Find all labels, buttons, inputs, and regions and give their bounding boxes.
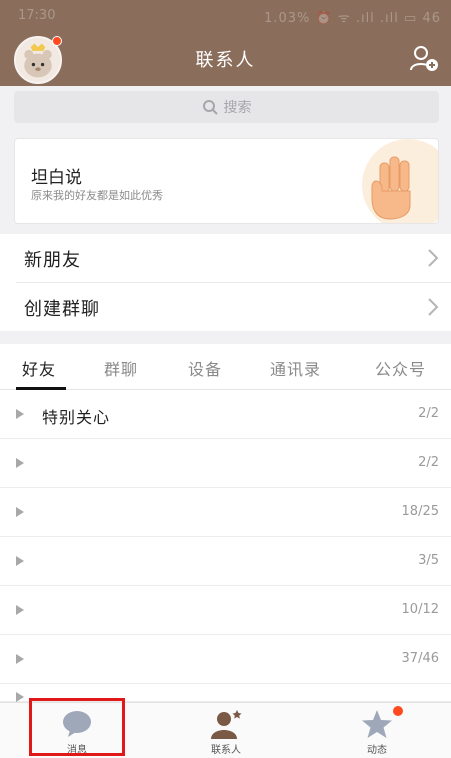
new-friends-label: 新朋友 xyxy=(24,250,81,271)
search-icon xyxy=(202,100,218,115)
create-group-label: 创建群聊 xyxy=(24,299,100,320)
tab-official-accounts[interactable]: 公众号 xyxy=(375,356,426,380)
raised-hand-icon xyxy=(362,139,438,223)
add-contact-button[interactable] xyxy=(409,44,439,72)
group-count: 2/2 xyxy=(418,455,439,470)
friend-group-row[interactable]: 3/5 xyxy=(0,537,451,586)
expand-arrow-icon xyxy=(16,409,24,419)
star-icon xyxy=(362,710,392,738)
nav-contacts[interactable]: 联系人 xyxy=(166,703,286,758)
page-title: 联系人 xyxy=(195,50,256,71)
group-count: 10/12 xyxy=(401,602,439,617)
friend-group-row[interactable]: 37/46 xyxy=(0,635,451,684)
create-group-row[interactable]: 创建群聊 xyxy=(0,283,451,331)
search-input[interactable]: 搜索 xyxy=(14,91,439,123)
confess-section: 坦白说 原来我的好友都是如此优秀 xyxy=(0,130,451,234)
expand-arrow-icon xyxy=(16,458,24,468)
confess-card[interactable]: 坦白说 原来我的好友都是如此优秀 xyxy=(14,138,439,224)
chevron-right-icon xyxy=(428,249,439,267)
moments-notification-dot xyxy=(393,706,403,716)
tab-groups[interactable]: 群聊 xyxy=(104,356,138,380)
group-count: 3/5 xyxy=(418,553,439,568)
header-bar: 17:30 1.03% ⏰ ᯤ .ıll .ıll ▭ 46 联系人 xyxy=(0,0,451,86)
status-indicators: 1.03% ⏰ ᯤ .ıll .ıll ▭ 46 xyxy=(264,11,441,26)
messages-highlight-box xyxy=(29,698,125,756)
nav-moments[interactable]: 动态 xyxy=(317,703,437,758)
contacts-tabs: 好友 群聊 设备 通讯录 公众号 xyxy=(0,344,451,390)
friend-group-row[interactable]: 2/2 xyxy=(0,439,451,488)
search-placeholder: 搜索 xyxy=(223,100,252,116)
confess-title: 坦白说 xyxy=(31,168,82,188)
expand-arrow-icon xyxy=(16,654,24,664)
add-person-icon xyxy=(410,46,438,71)
avatar-notification-dot xyxy=(52,36,62,46)
friend-group-row[interactable]: 18/25 xyxy=(0,488,451,537)
confess-subtitle: 原来我的好友都是如此优秀 xyxy=(31,189,163,202)
search-area: 搜索 xyxy=(0,86,451,130)
expand-arrow-icon xyxy=(16,605,24,615)
expand-arrow-icon xyxy=(16,556,24,566)
friend-group-row[interactable]: 10/12 xyxy=(0,586,451,635)
group-name: 特别关心 xyxy=(42,408,111,427)
group-count: 37/46 xyxy=(401,651,439,666)
tab-friends[interactable]: 好友 xyxy=(22,356,56,380)
contacts-person-icon xyxy=(211,710,242,739)
expand-arrow-icon xyxy=(16,507,24,517)
status-bar: 17:30 1.03% ⏰ ᯤ .ıll .ıll ▭ 46 xyxy=(0,0,451,30)
tab-address-book[interactable]: 通讯录 xyxy=(270,356,321,380)
tab-devices[interactable]: 设备 xyxy=(188,356,222,380)
friend-group-row[interactable]: 特别关心 2/2 xyxy=(0,390,451,439)
group-count: 2/2 xyxy=(418,406,439,421)
section-gap xyxy=(0,331,451,344)
new-friends-row[interactable]: 新朋友 xyxy=(0,234,451,282)
expand-arrow-icon xyxy=(16,692,24,702)
group-count: 18/25 xyxy=(401,504,439,519)
nav-contacts-label: 联系人 xyxy=(211,745,241,756)
status-time: 17:30 xyxy=(18,8,56,23)
chevron-right-icon xyxy=(428,298,439,316)
nav-moments-label: 动态 xyxy=(367,745,387,756)
